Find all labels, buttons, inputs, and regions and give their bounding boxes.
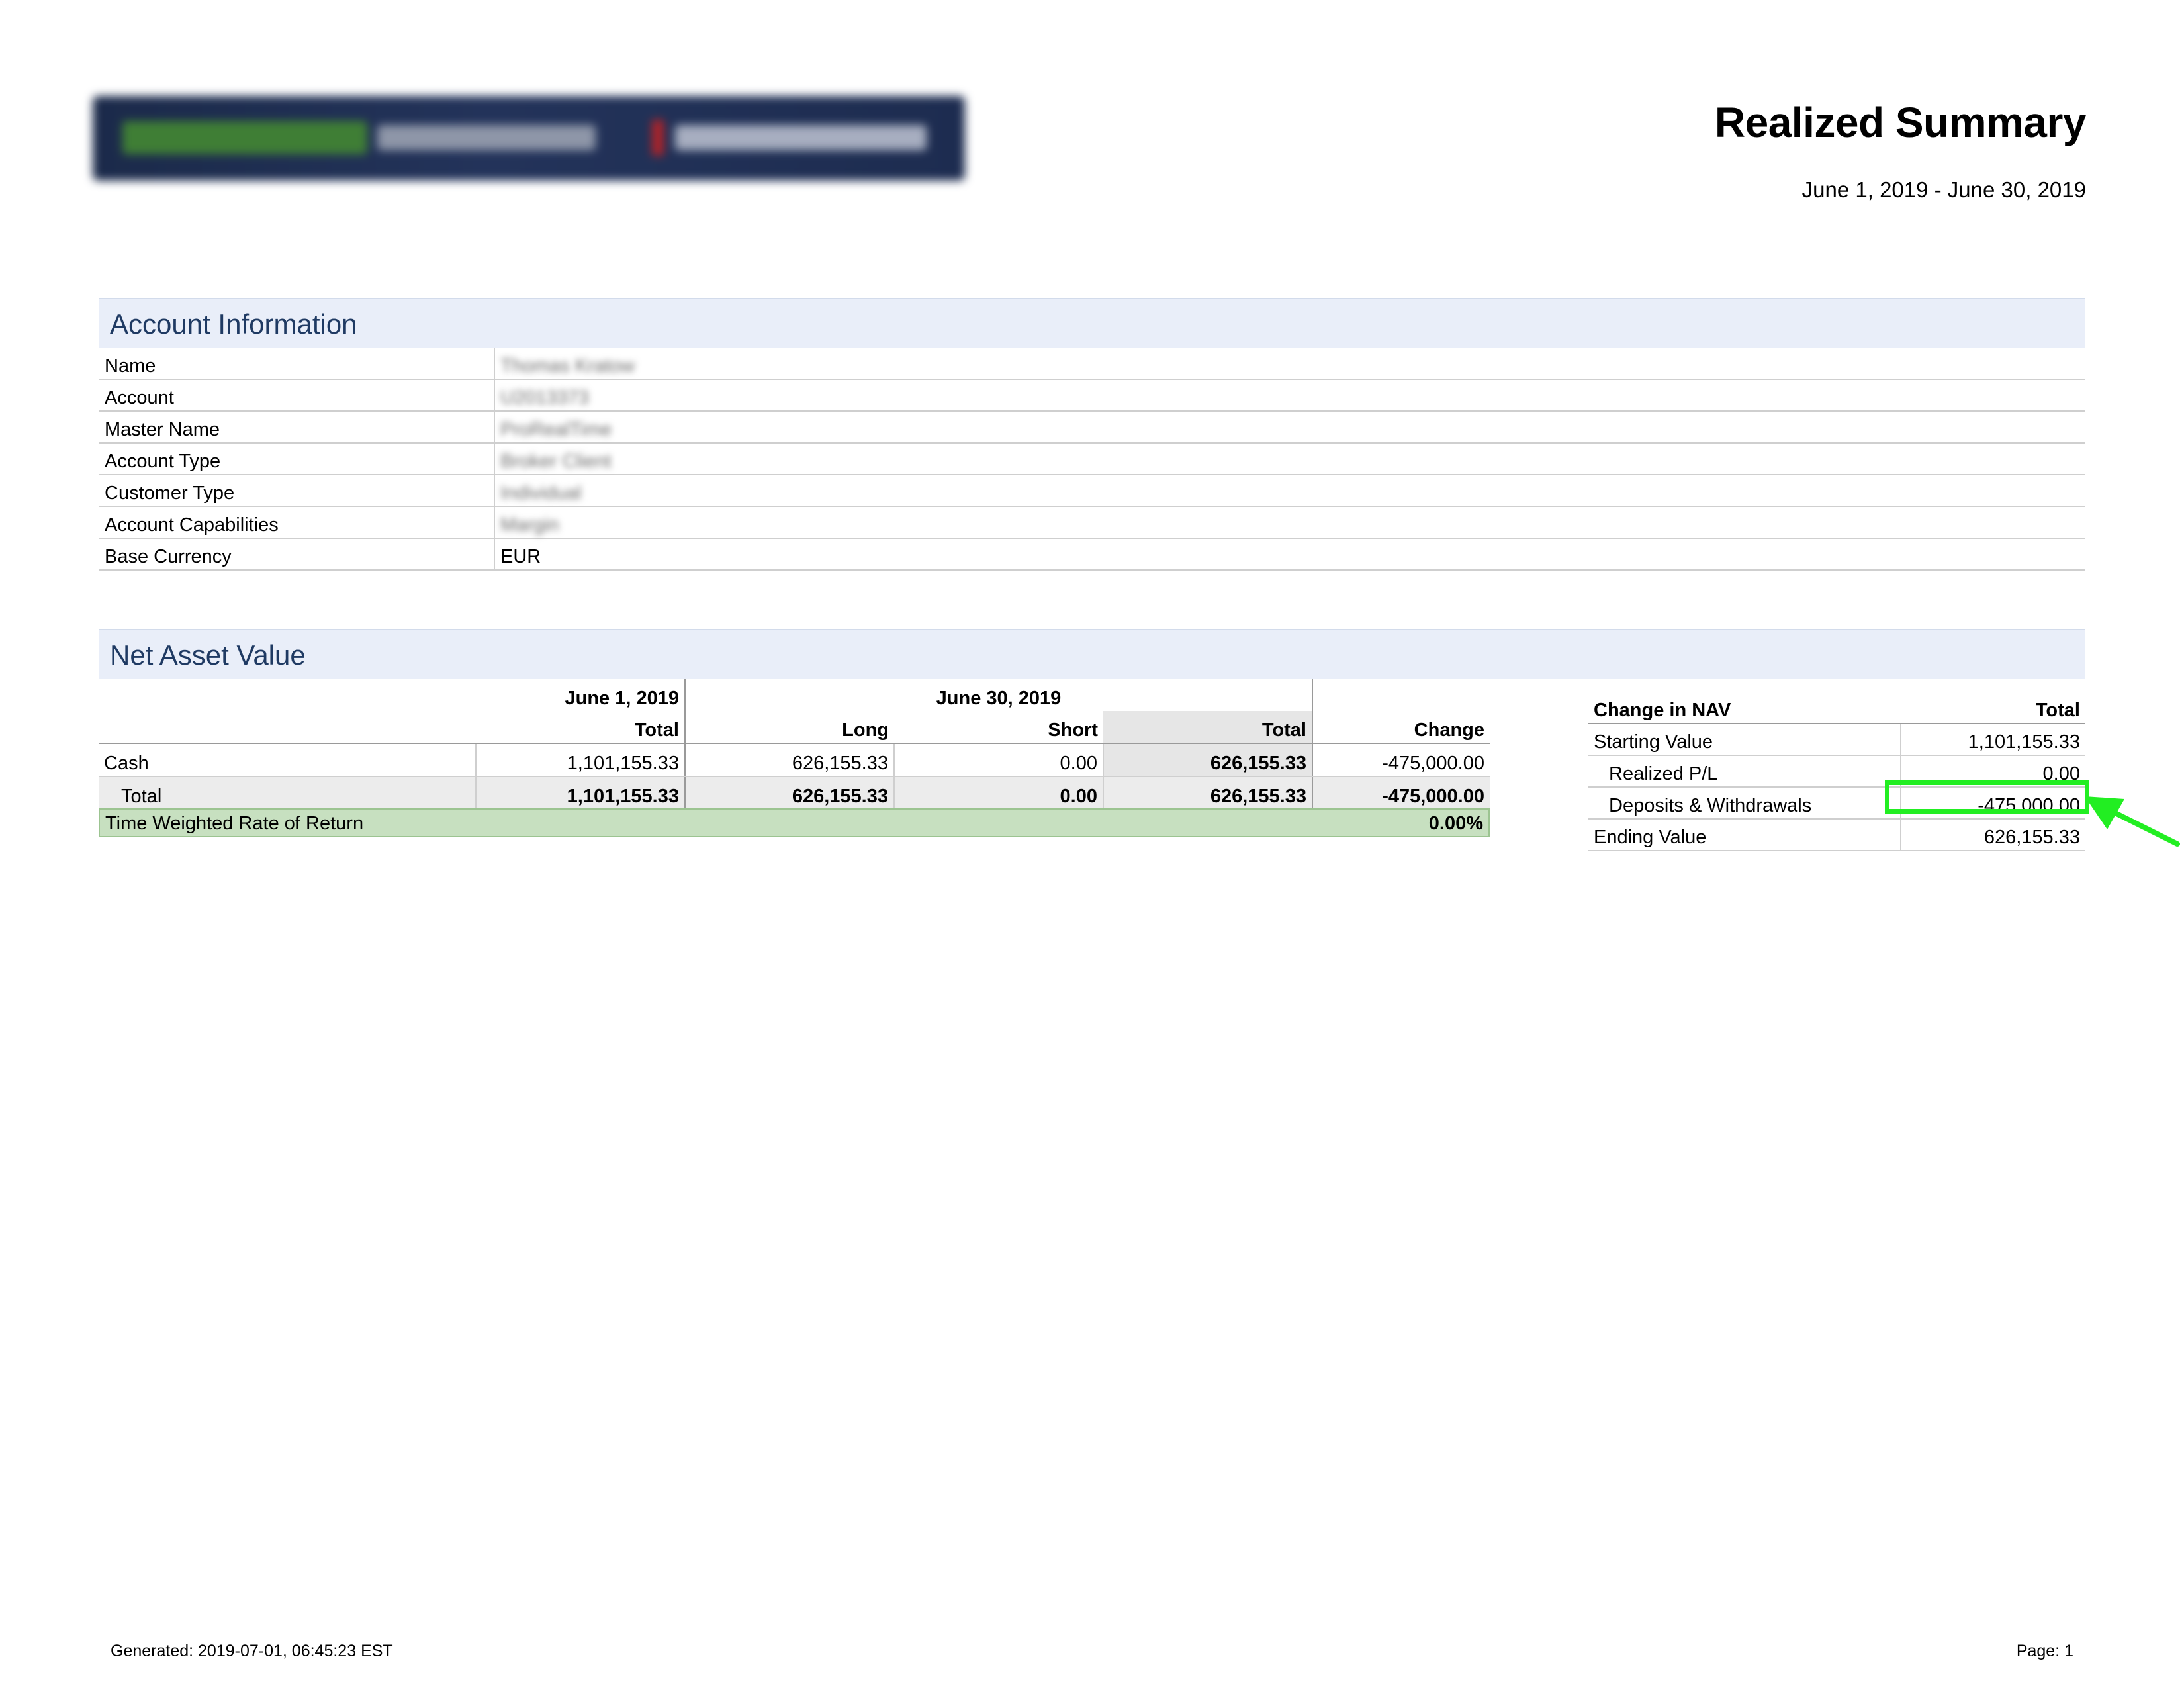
table-row: Master Name ProRealTime bbox=[99, 411, 2085, 444]
nav-change-label: Starting Value bbox=[1588, 724, 1901, 756]
nav-change-label: Ending Value bbox=[1588, 819, 1901, 851]
account-information-table: Name Thomas Kratow Account U2013373 Mast… bbox=[99, 348, 2085, 571]
highlight-box bbox=[1885, 780, 2089, 814]
col-header-start-total: Total bbox=[476, 711, 686, 744]
cell-long: 626,155.33 bbox=[685, 776, 895, 810]
account-field-label: Master Name bbox=[99, 411, 495, 444]
table-row: Cash 1,101,155.33 626,155.33 0.00 626,15… bbox=[99, 743, 1490, 777]
twrr-label: Time Weighted Rate of Return bbox=[105, 813, 364, 834]
report-period: June 1, 2019 - June 30, 2019 bbox=[1801, 177, 2086, 202]
account-field-label: Account bbox=[99, 379, 495, 412]
nav-change-label: Realized P/L bbox=[1588, 755, 1901, 788]
account-information-heading: Account Information bbox=[99, 298, 2085, 348]
cell-change: -475,000.00 bbox=[1312, 743, 1490, 777]
twrr-row: Time Weighted Rate of Return 0.00% bbox=[99, 808, 1490, 837]
cell-start-total: 1,101,155.33 bbox=[476, 743, 686, 777]
cell-start-total: 1,101,155.33 bbox=[476, 776, 686, 810]
report-title: Realized Summary bbox=[1714, 99, 2087, 146]
col-header-long: Long bbox=[685, 711, 894, 744]
nav-change-label: Deposits & Withdrawals bbox=[1588, 787, 1901, 820]
account-field-value: U2013373 bbox=[500, 387, 589, 408]
table-row: Ending Value 626,155.33 bbox=[1588, 819, 2085, 851]
period-start-header: June 1, 2019 bbox=[476, 679, 686, 711]
account-field-value: Broker Client bbox=[500, 451, 612, 472]
table-row: Account Type Broker Client bbox=[99, 443, 2085, 475]
twrr-value: 0.00% bbox=[1428, 813, 1483, 834]
account-field-label: Base Currency bbox=[99, 538, 495, 571]
account-field-label: Account Capabilities bbox=[99, 506, 495, 539]
table-row: Starting Value 1,101,155.33 bbox=[1588, 724, 2085, 756]
account-field-value: Thomas Kratow bbox=[500, 355, 635, 377]
account-field-label: Account Type bbox=[99, 443, 495, 475]
net-asset-value-heading: Net Asset Value bbox=[99, 629, 2085, 679]
cell-short: 0.00 bbox=[894, 743, 1104, 777]
change-in-nav-table: Change in NAV Total Starting Value 1,101… bbox=[1588, 692, 2085, 851]
account-field-value: ProRealTime bbox=[500, 419, 612, 440]
row-label: Cash bbox=[99, 743, 477, 777]
cell-short: 0.00 bbox=[894, 776, 1104, 810]
change-in-nav-total-header: Total bbox=[1901, 692, 2085, 724]
table-row: Account Capabilities Margin bbox=[99, 506, 2085, 539]
col-header-short: Short bbox=[894, 711, 1103, 744]
nav-change-value: 1,101,155.33 bbox=[1901, 724, 2085, 756]
broker-logo bbox=[93, 96, 965, 181]
table-row-total: Total 1,101,155.33 626,155.33 0.00 626,1… bbox=[99, 776, 1490, 810]
arrow-icon bbox=[2085, 796, 2180, 847]
generated-timestamp: Generated: 2019-07-01, 06:45:23 EST bbox=[111, 1642, 393, 1660]
page-number: Page: 1 bbox=[2016, 1642, 2073, 1660]
cell-long: 626,155.33 bbox=[685, 743, 895, 777]
col-header-change: Change bbox=[1312, 711, 1490, 744]
net-asset-value-table: June 1, 2019 June 30, 2019 Total Long Sh… bbox=[99, 679, 1490, 810]
change-in-nav-header: Change in NAV bbox=[1588, 692, 1901, 724]
table-row: Customer Type Individual bbox=[99, 475, 2085, 507]
table-row: Account U2013373 bbox=[99, 379, 2085, 412]
table-row: Name Thomas Kratow bbox=[99, 348, 2085, 380]
row-label: Total bbox=[99, 776, 477, 810]
account-field-value: EUR bbox=[500, 546, 541, 567]
account-field-value: Margin bbox=[500, 514, 559, 536]
account-field-label: Name bbox=[99, 348, 495, 380]
cell-end-total: 626,155.33 bbox=[1103, 776, 1313, 810]
table-row: Base Currency EUR bbox=[99, 538, 2085, 571]
period-end-header: June 30, 2019 bbox=[685, 679, 1313, 711]
account-field-value: Individual bbox=[500, 483, 582, 504]
col-header-end-total: Total bbox=[1103, 711, 1313, 744]
account-field-label: Customer Type bbox=[99, 475, 495, 507]
nav-change-value: 626,155.33 bbox=[1901, 819, 2085, 851]
cell-change: -475,000.00 bbox=[1312, 776, 1490, 810]
cell-end-total: 626,155.33 bbox=[1103, 743, 1313, 777]
